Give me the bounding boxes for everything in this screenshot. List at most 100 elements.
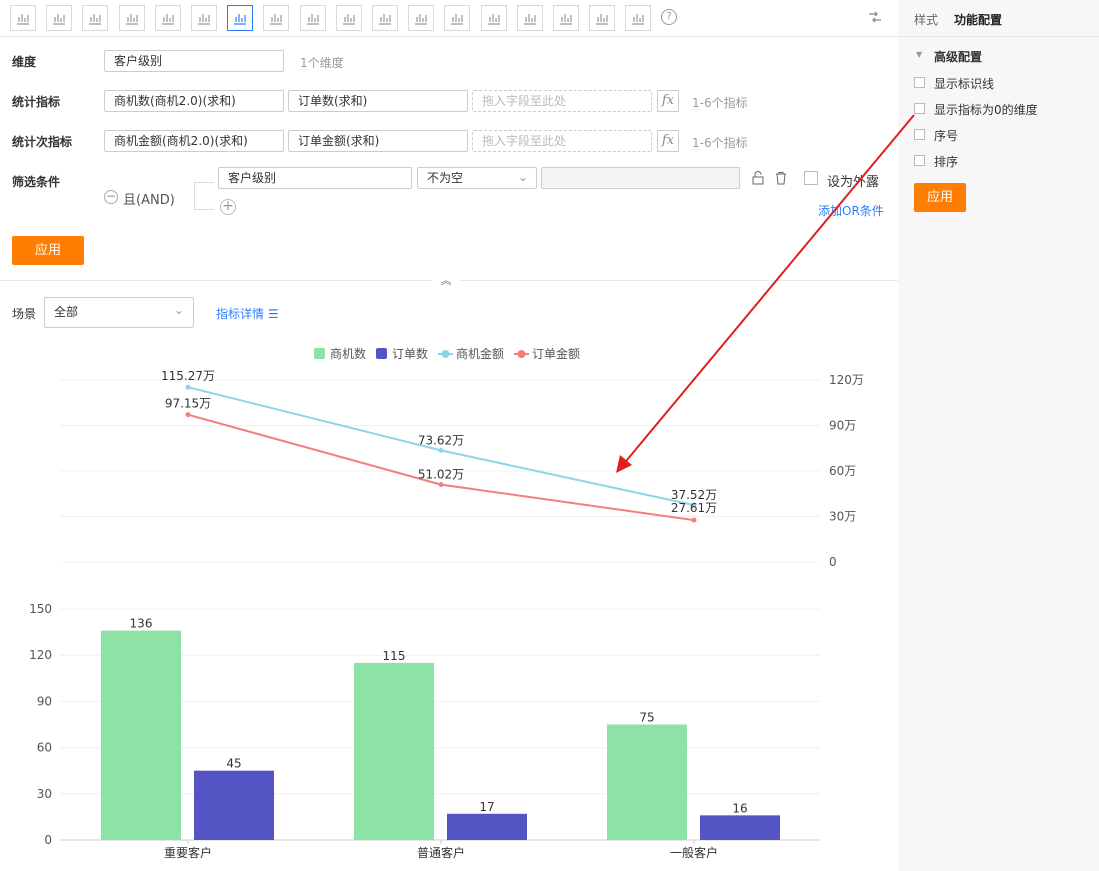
scatter-chart-icon[interactable]: [625, 5, 652, 31]
cross-table-icon[interactable]: [589, 5, 616, 31]
filter-operator-select[interactable]: 不为空 ⌄: [417, 167, 537, 189]
y-tick-label: 90: [37, 694, 52, 708]
help-icon[interactable]: ?: [661, 9, 677, 25]
remove-group-icon[interactable]: −: [104, 190, 118, 204]
y-tick-label: 0: [44, 833, 52, 847]
option-label: 显示指标为0的维度: [934, 103, 1038, 117]
filter-value-input[interactable]: [541, 167, 740, 189]
y-tick-label: 90万: [829, 419, 856, 433]
data-label: 27.61万: [671, 501, 717, 515]
x-tick-label: 重要客户: [164, 845, 212, 860]
expose-checkbox[interactable]: [804, 171, 818, 185]
bubble-map-icon[interactable]: [444, 5, 471, 31]
bar: [447, 813, 527, 840]
table-icon[interactable]: [191, 5, 217, 31]
metric-drop-zone[interactable]: 拖入字段至此处: [472, 90, 652, 112]
option-checkbox[interactable]: [914, 77, 925, 88]
formula-icon[interactable]: fx: [657, 90, 679, 112]
chevron-down-icon: ⌄: [517, 170, 528, 184]
chart-type-toolbar: ?: [0, 0, 898, 37]
legend-swatch: [441, 350, 450, 358]
legend-swatch: [517, 350, 526, 358]
option-checkbox[interactable]: [914, 129, 925, 140]
data-label: 97.15万: [165, 397, 211, 411]
data-label: 37.52万: [671, 488, 717, 502]
caret-down-icon[interactable]: ▼: [916, 50, 922, 59]
tab-function-config[interactable]: 功能配置: [954, 11, 1002, 28]
column-chart-icon[interactable]: [480, 5, 507, 31]
legend-label: 订单数: [392, 346, 428, 361]
add-condition-icon[interactable]: +: [220, 199, 236, 215]
option-checkbox[interactable]: [914, 155, 925, 166]
bar-value-label: 75: [639, 711, 654, 725]
formula-icon[interactable]: fx: [657, 130, 679, 152]
data-point: [691, 517, 697, 523]
filter-label: 筛选条件: [12, 175, 61, 189]
metric-field-1[interactable]: 商机数(商机2.0)(求和): [104, 90, 284, 112]
text-card-icon[interactable]: [263, 5, 290, 31]
y-tick-label: 120: [29, 648, 52, 662]
combo-chart: 商机数 订单数 商机金额 订单金额 0 30万 60万 90万 120万 115.27万 73.62…: [29, 346, 864, 860]
expose-label: 设为外露: [827, 175, 880, 190]
funnel-alt-icon[interactable]: [154, 5, 181, 31]
legend-swatch: [314, 348, 325, 359]
scene-select[interactable]: 全部 ⌄: [44, 297, 194, 328]
sub-metric-hint: 1-6个指标: [692, 136, 748, 150]
world-map-icon[interactable]: [372, 5, 398, 31]
apply-button[interactable]: 应用: [12, 236, 84, 265]
legend-label: 订单金额: [532, 346, 580, 361]
chevron-down-icon: ⌄: [173, 303, 184, 317]
unlock-icon[interactable]: [751, 171, 765, 185]
x-tick-label: 普通客户: [417, 845, 465, 860]
filter-bracket: [194, 182, 214, 210]
data-point: [185, 412, 191, 418]
data-point: [438, 447, 444, 453]
filter-field[interactable]: 客户级别: [218, 167, 412, 189]
option-checkbox[interactable]: [914, 103, 925, 114]
metric-detail-label: 指标详情: [216, 307, 265, 321]
option-label: 序号: [934, 129, 959, 143]
metric-label: 统计指标: [12, 95, 61, 109]
legend-swatch: [376, 348, 387, 359]
swap-axis-icon[interactable]: [866, 8, 884, 26]
legend-label: 商机数: [330, 346, 366, 361]
collapse-icon[interactable]: ︽: [432, 273, 460, 289]
line-chart-icon[interactable]: [46, 5, 73, 31]
filter-operator-value: 不为空: [427, 171, 464, 185]
bar: [354, 662, 434, 840]
bar-value-label: 17: [479, 800, 494, 814]
bar-value-label: 16: [732, 801, 747, 815]
sub-metric-label: 统计次指标: [12, 135, 73, 149]
tab-style[interactable]: 样式: [914, 11, 938, 28]
side-apply-button[interactable]: 应用: [914, 183, 966, 212]
filter-logic: 且(AND): [123, 193, 175, 208]
pie-chart-icon[interactable]: [82, 5, 109, 31]
option-label: 显示标识线: [934, 77, 995, 91]
data-point: [438, 482, 444, 488]
x-tick-label: 一般客户: [670, 845, 718, 860]
dimension-hint: 1个维度: [300, 56, 344, 70]
y-tick-label: 30: [37, 787, 52, 801]
metric-detail-link[interactable]: 指标详情 ☰: [216, 305, 279, 322]
dimension-field[interactable]: 客户级别: [104, 50, 284, 72]
area-chart-icon[interactable]: [516, 5, 543, 31]
add-or-link[interactable]: 添加OR条件: [818, 202, 884, 219]
gauge-icon[interactable]: [299, 5, 326, 31]
sub-metric-field-2[interactable]: 订单金额(求和): [288, 130, 468, 152]
china-map-icon[interactable]: [335, 5, 362, 31]
funnel-icon[interactable]: [118, 5, 145, 31]
heat-table-icon[interactable]: [553, 5, 579, 31]
y-tick-label: 30万: [829, 510, 856, 524]
metric-hint: 1-6个指标: [692, 96, 748, 110]
bar-chart-icon[interactable]: [10, 5, 36, 31]
metric-field-2[interactable]: 订单数(求和): [288, 90, 468, 112]
combo-chart-icon[interactable]: [227, 5, 254, 31]
trash-icon[interactable]: [774, 171, 788, 185]
divider: [898, 36, 1099, 37]
globe-map-icon[interactable]: [408, 5, 435, 31]
data-label: 51.02万: [418, 468, 464, 482]
data-label: 73.62万: [418, 433, 464, 447]
sub-metric-drop-zone[interactable]: 拖入字段至此处: [472, 130, 652, 152]
side-panel: 样式 功能配置 ▼ 高级配置 显示标识线 显示指标为0的维度 序号 排序 应用: [898, 0, 1099, 871]
sub-metric-field-1[interactable]: 商机金额(商机2.0)(求和): [104, 130, 284, 152]
